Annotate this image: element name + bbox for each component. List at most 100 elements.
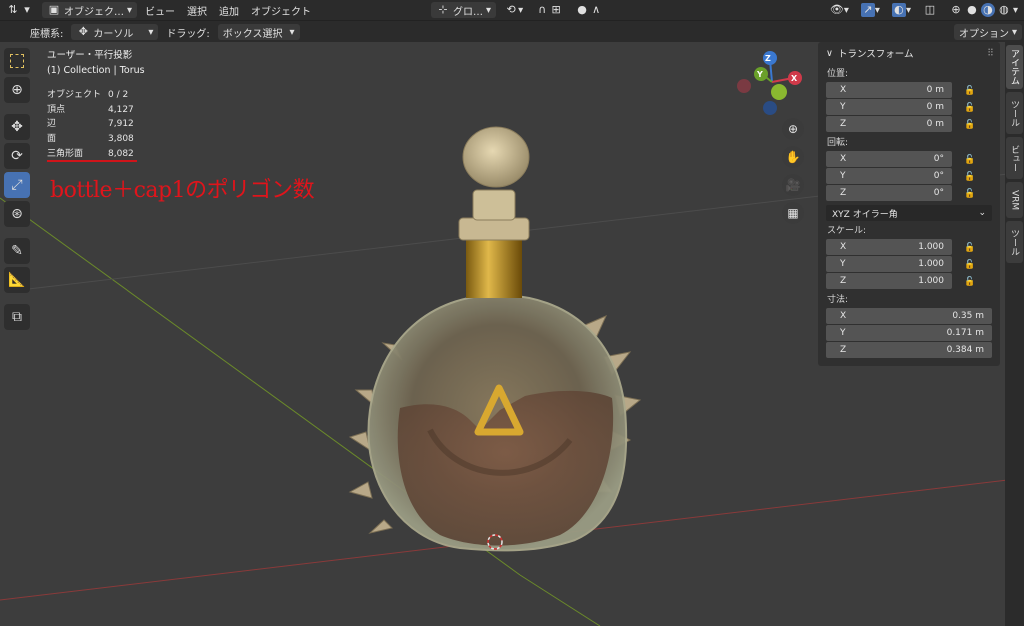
pivot-button[interactable]: ⟲ ▾ — [498, 1, 529, 19]
header-bar: ⇅ ▾ ▣ オブジェク… ▾ ビュー 選択 追加 オブジェクト ⊹ グロ… ▾ ⟲ ▾ ∩ ⊞… — [0, 0, 1024, 20]
stat-label: 辺 — [47, 119, 57, 130]
object-mode-icon: ▣ — [48, 3, 60, 16]
gizmo-toggle[interactable]: ↗ ▾ — [855, 1, 886, 19]
transform-tool[interactable]: ⊛ — [4, 201, 30, 227]
viewport-info: ユーザー・平行投影 (1) Collection | Torus — [47, 48, 145, 78]
ortho-toggle-button[interactable]: ▦ — [782, 202, 804, 224]
gizmo-x-label[interactable]: X — [791, 74, 797, 83]
proportional-icon: ● — [577, 3, 587, 16]
drag-dropdown[interactable]: ボックス選択 ▾ — [217, 24, 300, 40]
move-tool[interactable]: ✥ — [4, 114, 30, 140]
menu-view[interactable]: ビュー — [139, 1, 181, 19]
lock-icon[interactable]: 🔓 — [964, 260, 978, 270]
scale-z-field[interactable]: Z 1.000 — [826, 273, 952, 289]
solid-shading-icon[interactable]: ● — [965, 3, 979, 17]
stat-row: 頂点 4,127 — [47, 103, 134, 118]
location-z-field[interactable]: Z0 m — [826, 116, 952, 132]
pan-button[interactable]: ✋ — [782, 146, 804, 168]
lock-icon[interactable]: 🔓 — [964, 86, 978, 96]
snap-button[interactable]: ∩ ⊞ — [529, 1, 569, 19]
annotate-tool[interactable]: ✎ — [4, 238, 30, 264]
proportional-button[interactable]: ● ∧ — [569, 1, 609, 19]
lock-icon[interactable]: 🔓 — [964, 172, 978, 182]
scale-tool[interactable]: ⤢ — [4, 172, 30, 198]
rotation-z-field[interactable]: Z 0° — [826, 185, 952, 201]
orientation-icon: ⊹ — [438, 3, 448, 16]
tab-tool-2[interactable]: ツール — [1006, 221, 1023, 263]
panel-header[interactable]: ∨ トランスフォーム ⠿ — [818, 42, 1000, 64]
tab-vrm[interactable]: VRM — [1006, 182, 1023, 218]
orientation-label: グロ… — [453, 6, 484, 18]
transform-panel: ∨ トランスフォーム ⠿ 位置: X0 m 🔓 Y0 m 🔓 Z0 m 🔓 回転: X 0°… — [818, 42, 1000, 366]
chevron-down-icon: ▾ — [518, 4, 524, 16]
scale-y-field[interactable]: Y 1.000 — [826, 256, 952, 272]
cursor-tool[interactable]: ⊕ — [4, 77, 30, 103]
grid-icon: ▦ — [787, 206, 799, 220]
hand-icon: ✋ — [785, 150, 801, 164]
dimension-x-field[interactable]: X 0.35 m — [826, 308, 992, 324]
mode-dropdown[interactable]: ▣ オブジェク… ▾ — [42, 2, 138, 18]
transform-orientation-dropdown[interactable]: ⊹ グロ… ▾ — [431, 2, 497, 18]
visibility-button[interactable]: 👁 ▾ — [824, 1, 855, 19]
menu-select[interactable]: 選択 — [181, 1, 213, 19]
shading-buttons[interactable]: ⊕ ● ◑ ◍ ▾ — [943, 1, 1024, 19]
chevron-down-icon: ▾ — [1011, 26, 1017, 38]
stat-label: 面 — [47, 134, 57, 145]
scale-x-field[interactable]: X 1.000 — [826, 239, 952, 255]
stat-row: 面 3,808 — [47, 132, 134, 147]
options-dropdown[interactable]: オプション ▾ — [953, 24, 1022, 40]
location-label: 位置: — [827, 69, 849, 79]
chevron-down-icon: ▾ — [1012, 4, 1018, 16]
lock-icon[interactable]: 🔓 — [964, 103, 978, 113]
cursor-icon: ✥ — [78, 25, 88, 38]
rendered-shading-icon[interactable]: ◍ — [997, 3, 1011, 17]
chevron-down-icon: ▾ — [127, 4, 133, 16]
coord-dropdown[interactable]: ✥ カーソル ▾ — [71, 24, 159, 40]
add-cube-tool[interactable]: ⧉ — [4, 304, 30, 330]
lock-icon[interactable]: 🔓 — [964, 189, 978, 199]
rotation-x-field[interactable]: X 0° — [826, 151, 952, 167]
camera-button[interactable]: 🎥 — [782, 174, 804, 196]
sidebar-tabs: アイテム ツール ビュー VRM ツール — [1005, 42, 1024, 626]
dimensions-label: 寸法: — [827, 295, 849, 305]
gizmo-y-label[interactable]: Y — [757, 70, 763, 79]
drag-handle-icon[interactable]: ⠿ — [987, 48, 994, 59]
editor-type-button[interactable]: ⇅ ▾ — [0, 1, 40, 19]
overlay-icon: ◐ — [891, 3, 906, 17]
rotate-tool[interactable]: ⟳ — [4, 143, 30, 169]
collection-name: (1) Collection | Torus — [47, 65, 145, 76]
location-y-field[interactable]: Y0 m — [826, 99, 952, 115]
xray-toggle[interactable]: ◫ — [917, 1, 943, 19]
coord-value: カーソル — [93, 28, 134, 40]
measure-tool[interactable]: 📐 — [4, 267, 30, 293]
dimension-z-field[interactable]: Z 0.384 m — [826, 342, 992, 358]
cursor-icon: ⊕ — [11, 82, 23, 98]
lock-icon[interactable]: 🔓 — [964, 243, 978, 253]
menu-object[interactable]: オブジェクト — [245, 1, 317, 19]
rotation-y-field[interactable]: Y 0° — [826, 168, 952, 184]
select-box-tool[interactable] — [4, 48, 30, 74]
bottle-neck-gold — [466, 238, 522, 298]
tab-tool[interactable]: ツール — [1006, 92, 1023, 134]
select-box-icon — [10, 54, 24, 68]
axis-icon: ⇅ — [8, 3, 18, 16]
rotation-mode-dropdown[interactable]: XYZ オイラー角 ⌄ — [826, 205, 992, 221]
wireframe-shading-icon[interactable]: ⊕ — [949, 3, 963, 17]
location-x-field[interactable]: X0 m — [826, 82, 952, 98]
lock-icon[interactable]: 🔓 — [964, 277, 978, 287]
rotate-icon: ⟳ — [11, 148, 23, 164]
lock-icon[interactable]: 🔓 — [964, 120, 978, 130]
transform-icon: ⊛ — [11, 206, 23, 222]
gizmo-z-label[interactable]: Z — [765, 54, 771, 63]
lock-icon[interactable]: 🔓 — [964, 155, 978, 165]
stat-row: オブジェクト 0 / 2 — [47, 88, 134, 103]
tab-item[interactable]: アイテム — [1006, 45, 1023, 89]
chevron-down-icon: ⌄ — [978, 208, 986, 218]
overlay-toggle[interactable]: ◐ ▾ — [886, 1, 917, 19]
material-shading-icon[interactable]: ◑ — [980, 3, 995, 17]
falloff-icon: ∧ — [592, 3, 601, 16]
tab-view[interactable]: ビュー — [1006, 137, 1023, 179]
menu-add[interactable]: 追加 — [213, 1, 245, 19]
dimension-y-field[interactable]: Y 0.171 m — [826, 325, 992, 341]
zoom-button[interactable]: ⊕ — [782, 118, 804, 140]
